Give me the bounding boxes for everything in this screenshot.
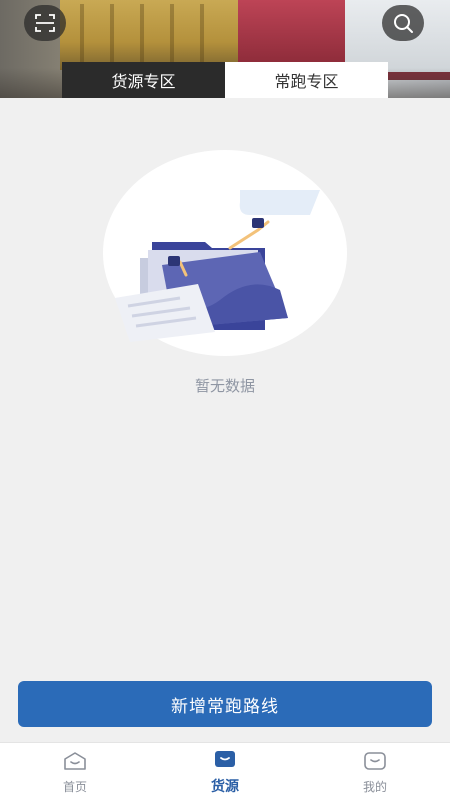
nav-item-label: 货源 [211,779,239,795]
nav-item-home[interactable]: 首页 [0,743,150,800]
banner-container-truck [60,0,240,70]
scan-icon [34,13,56,33]
home-icon [63,751,87,775]
search-button[interactable] [382,5,424,41]
nav-item-label: 我的 [362,779,387,794]
empty-folder-illustration [110,180,340,350]
tab-cargo-zone[interactable]: 货源专区 [62,62,225,98]
nav-item-label: 首页 [62,779,87,794]
zone-tabs: 货源专区 常跑专区 [62,62,388,98]
search-icon [392,12,414,34]
add-frequent-route-label: 新增常跑路线 [171,696,279,717]
tab-label: 常跑专区 [274,72,339,91]
nav-item-cargo[interactable]: 货源 [150,743,300,800]
cargo-icon [213,749,237,773]
profile-icon [363,751,387,775]
nav-item-profile[interactable]: 我的 [300,743,450,800]
add-frequent-route-button[interactable]: 新增常跑路线 [18,681,432,727]
scan-button[interactable] [24,5,66,41]
tab-label: 货源专区 [111,72,176,91]
header-banner: 货源专区 常跑专区 [0,0,450,98]
tab-frequent-route-zone[interactable]: 常跑专区 [225,62,388,98]
empty-state-message: 暂无数据 [194,377,255,395]
bottom-nav: 首页 货源 我的 [0,742,450,800]
